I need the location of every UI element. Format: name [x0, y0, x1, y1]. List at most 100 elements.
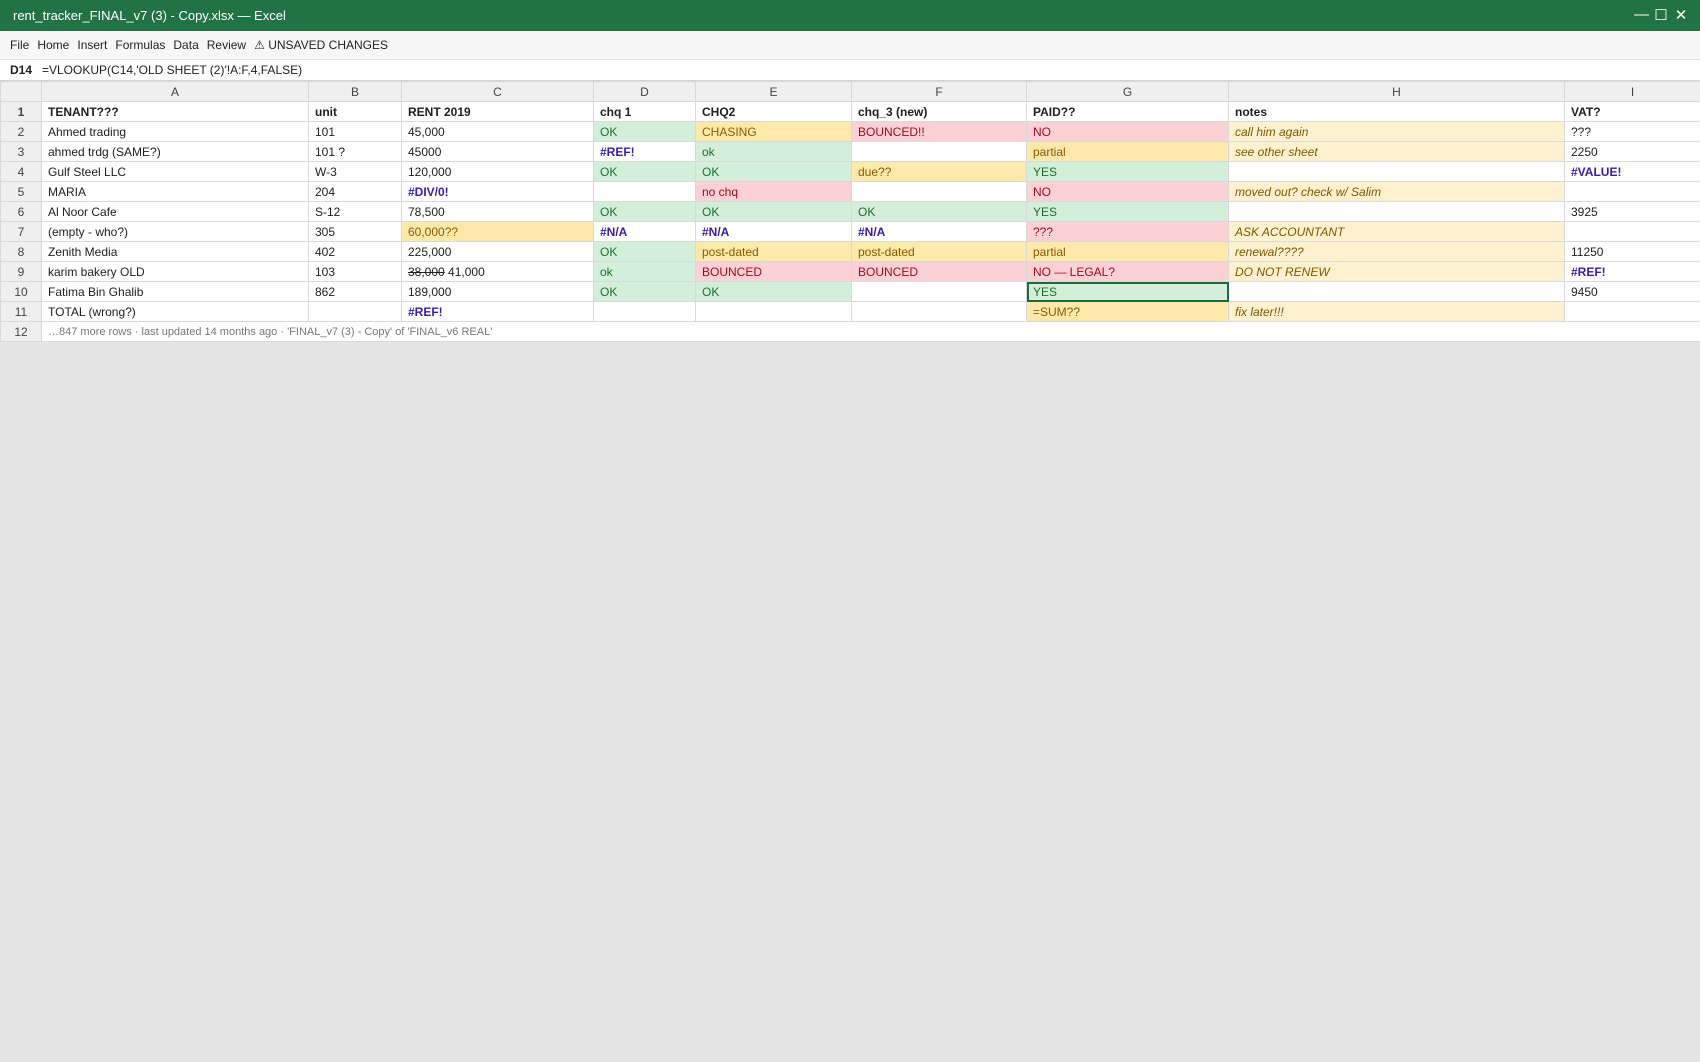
row-header[interactable]: 5 [0, 181, 42, 202]
cell[interactable]: call him again [1228, 121, 1565, 142]
cell[interactable]: (empty - who?) [41, 221, 309, 242]
cell[interactable]: OK [695, 281, 852, 302]
row-header[interactable]: 1 [0, 101, 42, 122]
row-header[interactable]: 3 [0, 141, 42, 162]
row-header[interactable]: 7 [0, 221, 42, 242]
cell[interactable] [1564, 181, 1700, 202]
cell[interactable] [1564, 301, 1700, 322]
row-header[interactable]: 2 [0, 121, 42, 142]
cell[interactable]: #REF! [1564, 261, 1700, 282]
cell[interactable]: 78,500 [401, 201, 594, 222]
cell[interactable]: 305 [308, 221, 402, 242]
column-header-c[interactable]: C [401, 81, 594, 102]
cell[interactable]: Gulf Steel LLC [41, 161, 309, 182]
maximize-icon[interactable]: ☐ [1654, 6, 1668, 24]
row-header[interactable]: 9 [0, 261, 42, 282]
cell[interactable]: W-3 [308, 161, 402, 182]
column-header-b[interactable]: B [308, 81, 402, 102]
cell[interactable]: post-dated [695, 241, 852, 262]
cell[interactable]: karim bakery OLD [41, 261, 309, 282]
cell[interactable] [851, 181, 1027, 202]
cell[interactable]: BOUNCED [695, 261, 852, 282]
cell[interactable]: Fatima Bin Ghalib [41, 281, 309, 302]
cell[interactable]: VAT? [1564, 101, 1700, 122]
cell[interactable] [851, 281, 1027, 302]
name-box[interactable]: D14 [10, 63, 42, 77]
cell[interactable]: =SUM?? [1026, 301, 1229, 322]
cell[interactable]: NO [1026, 121, 1229, 142]
row-header[interactable]: 11 [0, 301, 42, 322]
column-header-e[interactable]: E [695, 81, 852, 102]
cell[interactable]: OK [593, 121, 696, 142]
cell[interactable]: moved out? check w/ Salim [1228, 181, 1565, 202]
cell[interactable] [851, 141, 1027, 162]
cell[interactable]: unit [308, 101, 402, 122]
minimize-icon[interactable]: — [1634, 6, 1649, 24]
cell[interactable]: #N/A [695, 221, 852, 242]
cell[interactable]: NO [1026, 181, 1229, 202]
cell[interactable]: TENANT??? [41, 101, 309, 122]
column-header-f[interactable]: F [851, 81, 1027, 102]
cell[interactable]: due?? [851, 161, 1027, 182]
cell[interactable]: OK [695, 161, 852, 182]
cell[interactable]: 101 ? [308, 141, 402, 162]
cell[interactable]: notes [1228, 101, 1565, 122]
cell[interactable]: 2250 [1564, 141, 1700, 162]
cell[interactable]: partial [1026, 241, 1229, 262]
cell[interactable]: chq 1 [593, 101, 696, 122]
cell[interactable]: NO — LEGAL? [1026, 261, 1229, 282]
cell[interactable]: 101 [308, 121, 402, 142]
cell[interactable]: DO NOT RENEW [1228, 261, 1565, 282]
cell[interactable]: 402 [308, 241, 402, 262]
cell[interactable] [308, 301, 402, 322]
cell[interactable] [695, 301, 852, 322]
cell[interactable] [1228, 201, 1565, 222]
formula-input[interactable]: =VLOOKUP(C14,'OLD SHEET (2)'!A:F,4,FALSE… [42, 63, 302, 77]
cell[interactable]: no chq [695, 181, 852, 202]
cell[interactable]: Zenith Media [41, 241, 309, 262]
close-icon[interactable]: ✕ [1674, 6, 1688, 24]
cell[interactable]: CHQ2 [695, 101, 852, 122]
cell[interactable]: partial [1026, 141, 1229, 162]
row-header[interactable]: 12 [0, 321, 42, 342]
cell[interactable]: renewal???? [1228, 241, 1565, 262]
cell[interactable]: #VALUE! [1564, 161, 1700, 182]
cell[interactable]: BOUNCED [851, 261, 1027, 282]
cell[interactable]: OK [593, 161, 696, 182]
cell[interactable]: TOTAL (wrong?) [41, 301, 309, 322]
menu-data[interactable]: Data [173, 38, 198, 52]
column-header-i[interactable]: I [1564, 81, 1700, 102]
column-header-a[interactable]: A [41, 81, 309, 102]
cell[interactable]: OK [593, 201, 696, 222]
cell[interactable]: 60,000?? [401, 221, 594, 242]
cell[interactable]: RENT 2019 [401, 101, 594, 122]
cell[interactable]: chq_3 (new) [851, 101, 1027, 122]
cell[interactable]: 103 [308, 261, 402, 282]
menu-formulas[interactable]: Formulas [115, 38, 165, 52]
select-all-corner[interactable] [0, 81, 42, 102]
cell[interactable]: ok [695, 141, 852, 162]
cell[interactable]: 862 [308, 281, 402, 302]
cell[interactable]: 225,000 [401, 241, 594, 262]
cell[interactable]: fix later!!! [1228, 301, 1565, 322]
cell[interactable]: ASK ACCOUNTANT [1228, 221, 1565, 242]
cell[interactable]: YES [1026, 161, 1229, 182]
menu-file[interactable]: File [10, 38, 29, 52]
cell[interactable]: 120,000 [401, 161, 594, 182]
menu-insert[interactable]: Insert [77, 38, 107, 52]
cell[interactable]: OK [695, 201, 852, 222]
cell[interactable]: 204 [308, 181, 402, 202]
cell[interactable]: ??? [1026, 221, 1229, 242]
row-header[interactable]: 4 [0, 161, 42, 182]
cell[interactable]: 45,000 [401, 121, 594, 142]
cell[interactable]: OK [593, 241, 696, 262]
cell[interactable]: #REF! [401, 301, 594, 322]
cell[interactable]: OK [851, 201, 1027, 222]
menu-home[interactable]: Home [37, 38, 69, 52]
cell[interactable]: ??? [1564, 121, 1700, 142]
cell[interactable]: #DIV/0! [401, 181, 594, 202]
selected-cell[interactable]: YES [1026, 281, 1229, 302]
column-header-h[interactable]: H [1228, 81, 1565, 102]
cell[interactable]: see other sheet [1228, 141, 1565, 162]
cell[interactable]: 11250 [1564, 241, 1700, 262]
